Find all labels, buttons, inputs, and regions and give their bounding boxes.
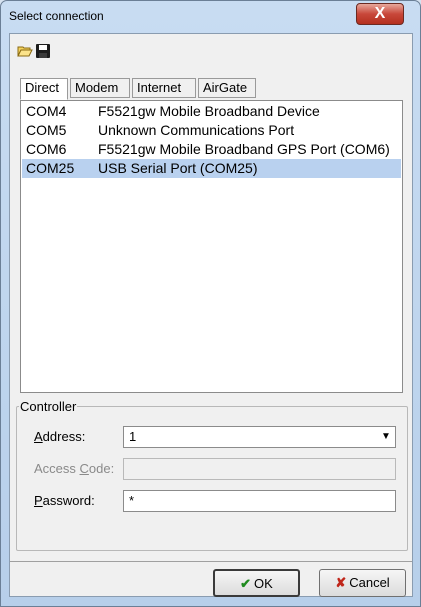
dialog-client-area: Direct Modem Internet AirGate COM4 F5521… — [9, 33, 413, 597]
tab-internet[interactable]: Internet — [132, 78, 196, 98]
port-list[interactable]: COM4 F5521gw Mobile Broadband Device COM… — [20, 100, 403, 393]
port-description: F5521gw Mobile Broadband GPS Port (COM6) — [98, 141, 390, 157]
port-row[interactable]: COM5 Unknown Communications Port — [22, 121, 401, 140]
window-title: Select connection — [9, 9, 104, 23]
dialog-window: Select connection X Direct Modem Interne… — [0, 0, 421, 607]
chevron-down-icon[interactable]: ▼ — [377, 427, 395, 447]
save-disk-icon[interactable] — [35, 43, 51, 59]
port-row-selected[interactable]: COM25 USB Serial Port (COM25) — [22, 159, 401, 178]
controller-group-label: Controller — [19, 399, 78, 414]
controller-group: Controller Address: 1 ▼ Access Code: Pas… — [16, 399, 408, 551]
port-description: F5521gw Mobile Broadband Device — [98, 103, 320, 119]
password-label: Password: — [34, 493, 95, 508]
address-dropdown[interactable]: 1 ▼ — [123, 426, 396, 448]
close-icon: X — [374, 5, 386, 22]
cancel-button[interactable]: ✘ Cancel — [319, 569, 406, 597]
port-description: USB Serial Port (COM25) — [98, 160, 258, 176]
address-label: Address: — [34, 429, 86, 444]
port-name: COM25 — [26, 160, 75, 176]
cross-icon: ✘ — [335, 575, 347, 590]
tab-direct[interactable]: Direct — [20, 78, 68, 100]
ok-button[interactable]: ✔ OK — [213, 569, 300, 597]
port-name: COM6 — [26, 141, 67, 157]
tab-modem[interactable]: Modem — [70, 78, 130, 98]
address-value: 1 — [129, 429, 137, 444]
close-button[interactable]: X — [356, 3, 404, 25]
port-row[interactable]: COM6 F5521gw Mobile Broadband GPS Port (… — [22, 140, 401, 159]
password-field[interactable]: * — [123, 490, 396, 512]
port-row[interactable]: COM4 F5521gw Mobile Broadband Device — [22, 102, 401, 121]
tab-airgate[interactable]: AirGate — [198, 78, 256, 98]
port-name: COM4 — [26, 103, 67, 119]
port-description: Unknown Communications Port — [98, 122, 295, 138]
checkmark-icon: ✔ — [240, 576, 252, 591]
title-bar[interactable]: Select connection X — [1, 1, 420, 33]
port-name: COM5 — [26, 122, 67, 138]
access-code-field — [123, 458, 396, 480]
footer-divider — [10, 561, 412, 562]
access-code-label: Access Code: — [34, 461, 115, 476]
open-folder-icon[interactable] — [17, 43, 33, 59]
